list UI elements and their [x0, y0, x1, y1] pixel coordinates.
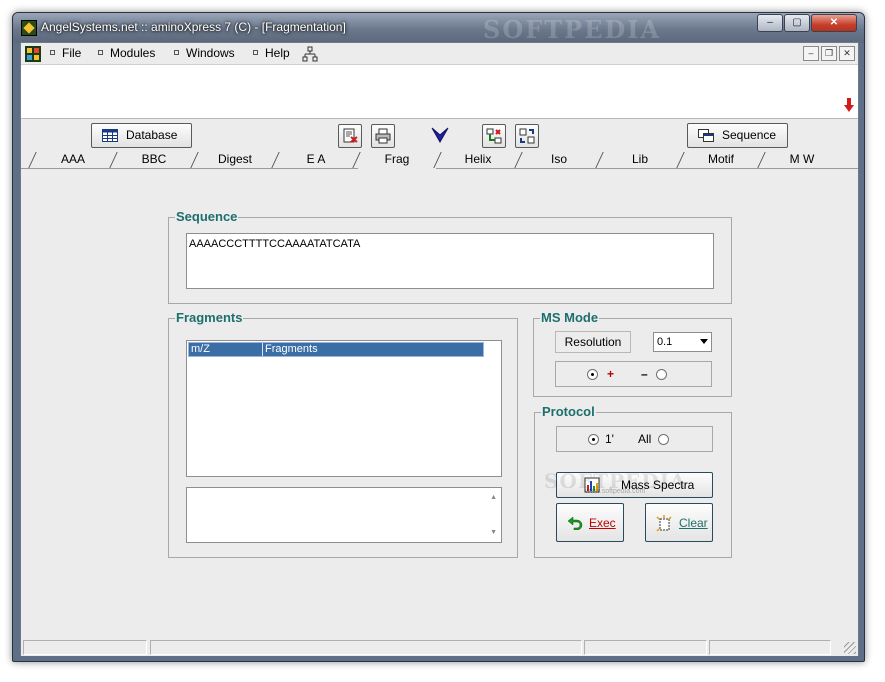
menu-help-label: Help	[265, 46, 290, 60]
menu-modules[interactable]: Modules	[98, 46, 155, 60]
fragments-memo[interactable]: ▲ ▼	[186, 487, 502, 543]
resolution-value: 0.1	[657, 336, 673, 348]
mass-spectra-button[interactable]: Mass Spectra SOFTPEDIA www.softpedia.com	[544, 469, 713, 498]
protocol-options-panel: 1' All	[556, 426, 713, 452]
swap-button[interactable]	[515, 124, 539, 148]
polarity-plus-label: +	[607, 367, 615, 381]
maximize-button[interactable]: ▢	[784, 14, 810, 32]
softpedia-watermark: SOFTPEDIA	[483, 15, 662, 44]
structure-button[interactable]	[482, 124, 506, 148]
sequence-button[interactable]: Sequence	[687, 123, 788, 148]
sequence-input[interactable]: AAAACCCTTTTCCAAAATATCATA	[186, 233, 714, 289]
database-label: Database	[126, 128, 178, 142]
tab-helix[interactable]: Helix	[439, 152, 517, 169]
scroll-down-icon[interactable]: ▼	[490, 529, 497, 536]
print-button[interactable]	[371, 124, 395, 148]
swap-icon	[519, 128, 535, 144]
title-bar[interactable]: AngelSystems.net :: aminoXpress 7 (C) - …	[13, 13, 864, 44]
mdi-minimize-button[interactable]: –	[803, 46, 819, 61]
status-pane-2	[150, 640, 582, 655]
mdi-restore-button[interactable]: ❐	[821, 46, 837, 61]
menu-windows[interactable]: Windows	[174, 46, 235, 60]
menu-file-label: File	[62, 46, 82, 60]
tab-iso[interactable]: Iso	[520, 152, 598, 169]
menu-modules-label: Modules	[110, 46, 156, 60]
column-fragments[interactable]: Fragments	[265, 343, 318, 356]
print-icon	[375, 128, 391, 144]
sequence-group: Sequence AAAACCCTTTTCCAAAATATCATA	[168, 209, 732, 304]
tab-digest[interactable]: Digest	[196, 152, 274, 169]
resolution-select[interactable]: 0.1	[653, 332, 712, 352]
resize-grip[interactable]	[844, 642, 856, 654]
polarity-minus-radio[interactable]	[656, 369, 667, 380]
ms-mode-group-label: MS Mode	[540, 310, 600, 325]
red-arrow-down-icon[interactable]	[844, 98, 854, 112]
scroll-up-icon[interactable]: ▲	[490, 494, 497, 501]
polarity-plus-radio[interactable]	[587, 369, 598, 380]
export-button[interactable]	[338, 124, 362, 148]
header-strip	[21, 65, 858, 119]
fragments-group: Fragments m/Z Fragments ▲ ▼	[168, 310, 518, 558]
ms-mode-group: MS Mode Resolution 0.1 + –	[533, 310, 732, 397]
status-pane-3	[584, 640, 707, 655]
tab-ea[interactable]: E A	[277, 152, 355, 169]
database-button[interactable]: Database	[91, 123, 192, 148]
menu-bar: File Modules Windows Help – ❐ ✕	[21, 43, 858, 65]
window-title: AngelSystems.net :: aminoXpress 7 (C) - …	[41, 20, 346, 34]
status-pane-4	[709, 640, 831, 655]
protocol-all-label: All	[638, 432, 652, 446]
status-bar	[21, 638, 858, 656]
menu-help[interactable]: Help	[253, 46, 290, 60]
polarity-panel: + –	[555, 361, 712, 387]
protocol-1-label: 1'	[605, 432, 614, 446]
menu-file[interactable]: File	[50, 46, 81, 60]
protocol-all-radio[interactable]	[658, 434, 669, 445]
sequence-button-label: Sequence	[722, 128, 777, 142]
tab-frag[interactable]: Frag	[358, 152, 436, 169]
softpedia-url: www.softpedia.com	[585, 488, 646, 495]
tab-lib[interactable]: Lib	[601, 152, 679, 169]
tab-aaa[interactable]: AAA	[34, 152, 112, 169]
app-window: AngelSystems.net :: aminoXpress 7 (C) - …	[12, 12, 865, 662]
fragments-list-header[interactable]: m/Z Fragments	[188, 342, 484, 357]
protocol-group-label: Protocol	[541, 404, 596, 419]
table-icon	[102, 129, 118, 142]
tab-mw[interactable]: M W	[763, 152, 841, 169]
mdi-close-button[interactable]: ✕	[839, 46, 855, 61]
toolbar: Database Sequence	[21, 120, 858, 151]
polarity-minus-label: –	[641, 367, 648, 381]
protocol-group: Protocol 1' All Mass Spectra SOFTPEDIA w…	[534, 404, 732, 558]
checkmark-icon[interactable]	[431, 126, 449, 144]
app-logo-icon[interactable]	[25, 46, 41, 62]
clear-label: Clear	[679, 516, 708, 530]
fragments-list[interactable]: m/Z Fragments	[186, 340, 502, 477]
structure-icon	[486, 128, 502, 144]
close-button[interactable]: ✕	[811, 14, 857, 32]
protocol-1-radio[interactable]	[588, 434, 599, 445]
export-icon	[343, 128, 358, 143]
network-tree-icon[interactable]	[302, 46, 318, 62]
client-area: File Modules Windows Help – ❐ ✕ Database…	[20, 42, 859, 656]
menu-windows-label: Windows	[186, 46, 235, 60]
app-icon[interactable]	[21, 20, 37, 36]
minimize-button[interactable]: –	[757, 14, 783, 32]
sequence-group-label: Sequence	[175, 209, 239, 224]
module-tabs: AAA BBC Digest E A Frag Helix Iso Lib Mo…	[21, 151, 858, 169]
exec-button[interactable]: Exec	[556, 503, 624, 542]
clear-sparkle-icon	[656, 515, 672, 532]
undo-arrow-icon	[567, 516, 583, 530]
exec-label: Exec	[589, 516, 616, 530]
clear-button[interactable]: Clear	[645, 503, 713, 542]
windows-icon	[698, 129, 714, 142]
chevron-down-icon[interactable]	[700, 339, 708, 344]
tab-motif[interactable]: Motif	[682, 152, 760, 169]
fragments-group-label: Fragments	[175, 310, 244, 325]
column-mz[interactable]: m/Z	[191, 343, 263, 356]
tab-bbc[interactable]: BBC	[115, 152, 193, 169]
status-pane-1	[23, 640, 147, 655]
resolution-label: Resolution	[555, 331, 631, 353]
